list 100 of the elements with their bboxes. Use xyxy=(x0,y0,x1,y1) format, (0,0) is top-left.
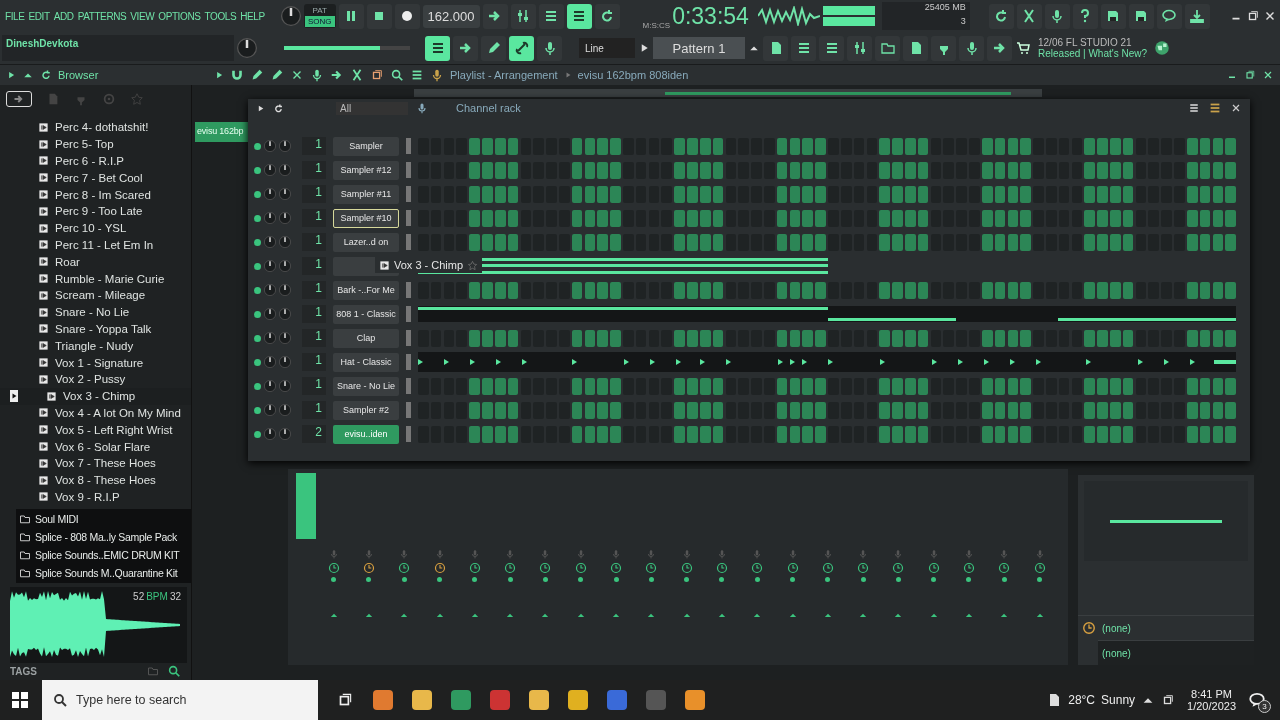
channel-button[interactable]: Sampler #12 xyxy=(333,160,399,180)
channel-button[interactable]: Bark -..For Me xyxy=(333,280,399,300)
menu-item[interactable]: FILE xyxy=(5,10,25,22)
volume-knob[interactable] xyxy=(279,260,291,272)
volume-knob[interactable] xyxy=(279,380,291,392)
send-knob[interactable] xyxy=(610,562,622,574)
record-dot[interactable] xyxy=(790,577,795,582)
mute-led[interactable] xyxy=(254,166,261,174)
folder-icon[interactable] xyxy=(147,665,159,678)
mute-led[interactable] xyxy=(254,238,261,246)
browser-item[interactable]: Perc 5- Top xyxy=(55,138,114,151)
mode-toggle[interactable]: PAT xyxy=(305,5,335,16)
pan-knob[interactable] xyxy=(264,284,276,296)
browser-item[interactable]: Rumble - Marie Curie xyxy=(55,272,165,285)
record-dot[interactable] xyxy=(860,577,866,582)
loop-record-button[interactable] xyxy=(594,3,620,29)
record-dot[interactable] xyxy=(578,577,584,582)
record-dot[interactable] xyxy=(895,577,901,582)
pan-knob[interactable] xyxy=(264,260,276,272)
mute-led[interactable] xyxy=(254,430,261,438)
channel-button[interactable]: Lazer..d on xyxy=(333,232,399,252)
search-icon[interactable] xyxy=(167,664,181,679)
record-dot[interactable] xyxy=(719,577,725,582)
close-icon[interactable] xyxy=(1262,69,1274,81)
record-dot[interactable] xyxy=(1001,577,1007,582)
folder-item[interactable]: Splice Sounds M..Quarantine Kit xyxy=(35,567,178,580)
volume-knob[interactable] xyxy=(279,428,291,440)
record-dot[interactable] xyxy=(437,577,443,582)
help-button[interactable] xyxy=(1072,3,1098,29)
refresh-button[interactable] xyxy=(988,3,1014,29)
cart-icon[interactable] xyxy=(1015,40,1031,56)
volume-knob[interactable] xyxy=(279,164,291,176)
send-knob[interactable] xyxy=(398,562,411,574)
send-knob[interactable] xyxy=(539,562,552,574)
file-button[interactable] xyxy=(903,35,928,61)
next-button[interactable] xyxy=(453,35,478,61)
send-knob[interactable] xyxy=(433,562,446,574)
pan-knob[interactable] xyxy=(264,236,276,248)
record-dot[interactable] xyxy=(401,577,407,582)
menu-item[interactable]: EDIT xyxy=(28,10,50,22)
pan-knob[interactable] xyxy=(264,308,276,320)
restore-icon[interactable] xyxy=(1244,69,1256,81)
volume-slider[interactable] xyxy=(284,46,380,50)
pencil-icon[interactable] xyxy=(250,68,264,82)
send-knob[interactable] xyxy=(751,562,764,574)
effect-slot[interactable]: (none) xyxy=(1102,647,1131,659)
menu-item[interactable]: TOOLS xyxy=(204,10,237,22)
mode-toggle[interactable]: SONG xyxy=(305,16,335,27)
play-icon[interactable] xyxy=(214,70,224,80)
send-knob[interactable] xyxy=(786,562,799,574)
browser-item[interactable]: Vox 5 - Left Right Wrist xyxy=(55,423,173,436)
browser-item[interactable]: Vox 2 - Pussy xyxy=(55,373,126,386)
mute-led[interactable] xyxy=(254,358,261,366)
search-field[interactable]: Type here to search xyxy=(42,680,318,720)
send-knob[interactable] xyxy=(927,562,940,574)
export-button[interactable] xyxy=(1128,3,1154,29)
folder-item[interactable]: Splice Sounds..EMIC DRUM KIT xyxy=(35,549,180,562)
globe-icon[interactable] xyxy=(1153,39,1171,57)
menu-item[interactable]: HELP xyxy=(240,10,265,22)
save-button[interactable] xyxy=(1100,3,1126,29)
browser-item[interactable]: Snare - No Lie xyxy=(55,306,130,319)
zoom-icon[interactable] xyxy=(390,68,404,82)
browser-item[interactable]: Snare - Yoppa Talk xyxy=(55,322,152,335)
app-icon[interactable] xyxy=(490,690,510,710)
master-volume-knob[interactable] xyxy=(281,6,301,26)
record-dot[interactable] xyxy=(331,577,337,582)
mixer-track-field[interactable]: 1 xyxy=(302,305,326,323)
undo-icon[interactable] xyxy=(40,69,52,81)
link-button[interactable] xyxy=(509,35,534,61)
record-dot[interactable] xyxy=(825,577,831,582)
mixer-track-field[interactable]: 1 xyxy=(302,185,326,203)
pan-knob[interactable] xyxy=(264,140,276,152)
pause-button[interactable] xyxy=(338,3,364,29)
tempo-field[interactable]: 162.000 xyxy=(422,4,480,28)
browser-item[interactable]: Roar xyxy=(55,255,80,268)
expand-icon[interactable] xyxy=(6,70,16,80)
mixer-track-field[interactable]: 1 xyxy=(302,329,326,347)
record-dot[interactable] xyxy=(931,577,937,582)
record-dot[interactable] xyxy=(507,577,513,582)
app-icon[interactable] xyxy=(568,690,588,710)
volume-knob[interactable] xyxy=(279,212,291,224)
mixer-track-field[interactable]: 1 xyxy=(302,233,326,251)
browser-item[interactable]: Perc 9 - Too Late xyxy=(55,205,143,218)
news-link[interactable]: Released | What's New? xyxy=(1038,48,1150,59)
volume-knob[interactable] xyxy=(279,308,291,320)
record-dot[interactable] xyxy=(613,577,619,582)
app-icon[interactable] xyxy=(529,690,549,710)
cut-button[interactable] xyxy=(1016,3,1042,29)
send-knob[interactable] xyxy=(468,562,481,574)
volume-knob[interactable] xyxy=(279,140,291,152)
browser-item[interactable]: Vox 9 - R.I.P xyxy=(55,490,120,503)
browser-button[interactable] xyxy=(875,35,900,61)
chat-button[interactable] xyxy=(1156,3,1182,29)
pan-knob[interactable] xyxy=(264,380,276,392)
slice-icon[interactable] xyxy=(350,68,364,82)
horizontal-scrollbar[interactable] xyxy=(414,89,1042,97)
channel-button[interactable]: evisu..iden xyxy=(333,424,399,444)
pencil-button[interactable] xyxy=(481,35,506,61)
mixer-track-field[interactable]: 1 xyxy=(302,161,326,179)
magnet-icon[interactable] xyxy=(230,68,244,82)
